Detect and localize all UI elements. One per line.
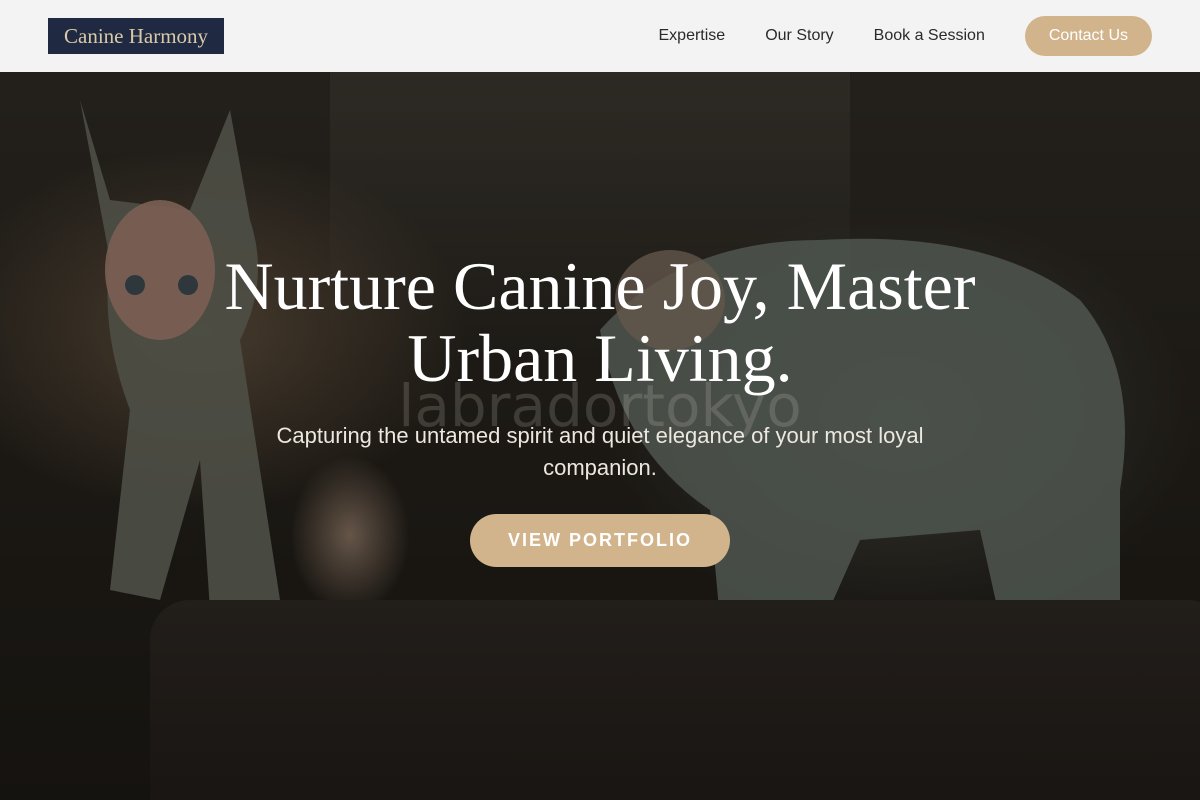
site-header: Canine Harmony Expertise Our Story Book … <box>0 0 1200 72</box>
hero-content: Nurture Canine Joy, Master Urban Living.… <box>0 250 1200 567</box>
hero-headline: Nurture Canine Joy, Master Urban Living. <box>224 248 976 396</box>
nav-link-book-a-session[interactable]: Book a Session <box>874 27 985 45</box>
nav-link-our-story[interactable]: Our Story <box>765 27 833 45</box>
view-portfolio-button[interactable]: VIEW PORTFOLIO <box>470 514 730 567</box>
hero-subtitle: Capturing the untamed spirit and quiet e… <box>276 423 924 480</box>
logo[interactable]: Canine Harmony <box>48 18 225 54</box>
hero-section: labradortokyo Nurture Canine Joy, Master… <box>0 0 1200 800</box>
nav-link-expertise[interactable]: Expertise <box>659 27 726 45</box>
contact-us-button[interactable]: Contact Us <box>1024 16 1152 56</box>
main-nav: Expertise Our Story Book a Session Conta… <box>659 16 1152 56</box>
